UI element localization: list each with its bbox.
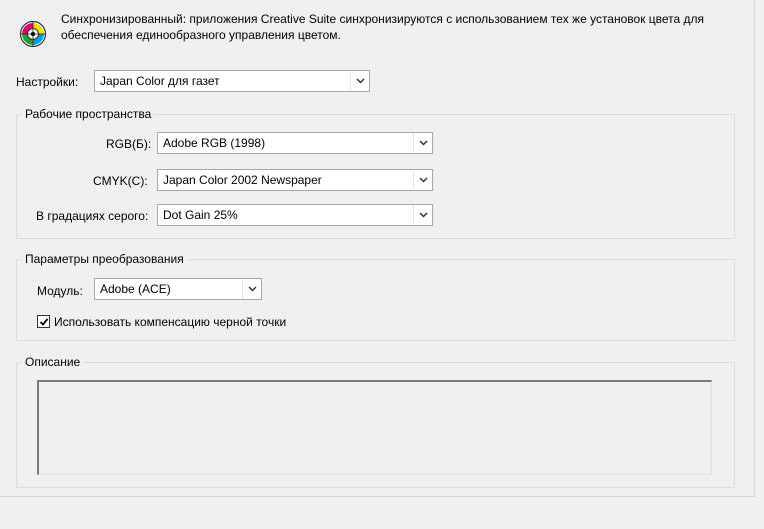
cmyk-dropdown-value: Japan Color 2002 Newspaper [163,173,322,187]
black-point-checkbox[interactable] [37,315,50,328]
chevron-down-icon [242,279,261,299]
description-text-area [37,380,712,475]
grayscale-label: В градациях серого: [36,209,149,223]
grayscale-dropdown-value: Dot Gain 25% [163,208,238,222]
engine-dropdown-value: Adobe (ACE) [100,282,171,296]
chevron-down-icon [350,71,369,91]
color-sync-icon [19,20,47,48]
rgb-dropdown[interactable]: Adobe RGB (1998) [157,132,433,154]
settings-dropdown-value: Japan Color для газет [100,74,220,88]
working-spaces-title: Рабочие пространства [22,107,155,121]
engine-label: Модуль: [37,284,83,298]
checkmark-icon [39,318,49,326]
color-settings-dialog: Синхронизированный: приложения Creative … [0,0,755,497]
settings-dropdown[interactable]: Japan Color для газет [94,70,370,92]
chevron-down-icon [413,170,432,190]
grayscale-dropdown[interactable]: Dot Gain 25% [157,204,433,226]
settings-label: Настройки: [16,75,79,89]
conversion-options-title: Параметры преобразования [22,252,187,266]
sync-status-message: Синхронизированный: приложения Creative … [61,12,705,42]
rgb-dropdown-value: Adobe RGB (1998) [163,136,266,150]
cmyk-dropdown[interactable]: Japan Color 2002 Newspaper [157,169,433,191]
rgb-label: RGB(Б): [106,137,152,151]
cmyk-label: CMYK(C): [93,174,148,188]
description-title: Описание [22,355,84,369]
chevron-down-icon [413,133,432,153]
black-point-label[interactable]: Использовать компенсацию черной точки [54,315,286,329]
chevron-down-icon [413,205,432,225]
engine-dropdown[interactable]: Adobe (ACE) [94,278,262,300]
